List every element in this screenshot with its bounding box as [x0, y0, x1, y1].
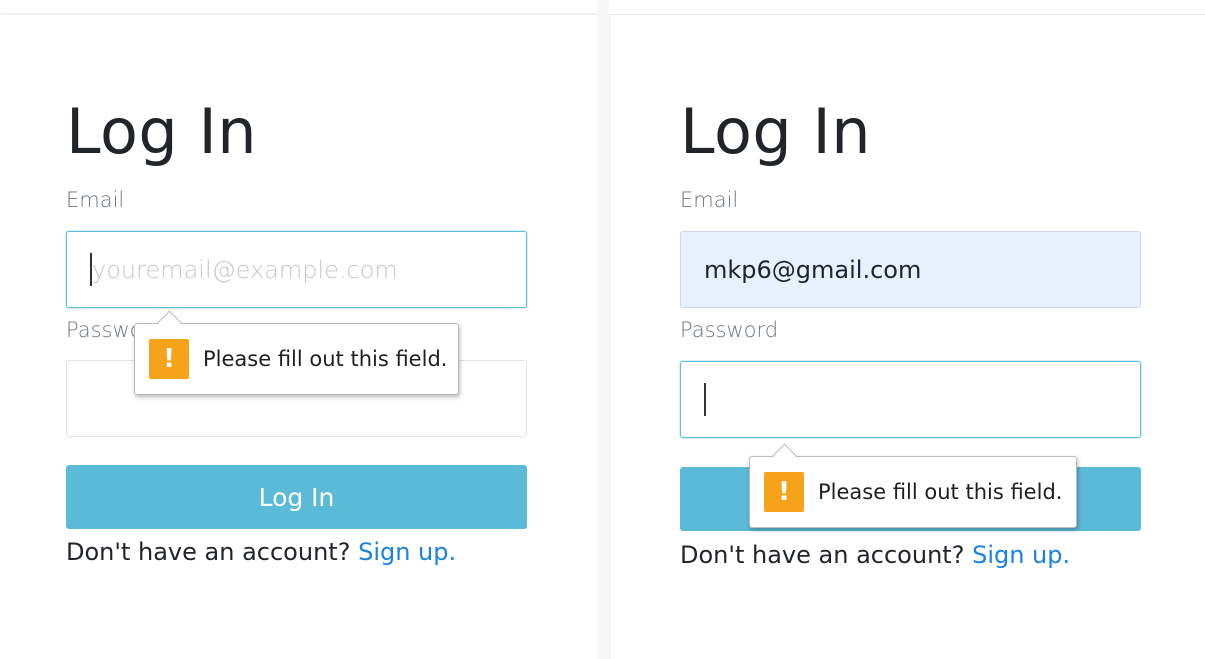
tooltip-arrow [157, 310, 182, 335]
password-label: Password [680, 318, 779, 342]
page-title: Log In [680, 95, 872, 168]
signup-prompt: Don't have an account? Sign up. [680, 541, 1070, 569]
login-panel-left: Log In Email youremail@example.com Passw… [0, 14, 597, 659]
validation-tooltip: ! Please fill out this field. [134, 310, 459, 395]
signup-prompt-text: Don't have an account? [66, 538, 351, 566]
login-panel-right: Log In Email mkp6@gmail.com Password Don… [609, 14, 1205, 659]
text-caret [704, 383, 706, 416]
signup-link[interactable]: Sign up. [358, 538, 456, 566]
screenshot-stage: Log In Email youremail@example.com Passw… [0, 0, 1205, 659]
validation-tooltip: ! Please fill out this field. [749, 443, 1077, 528]
warning-icon: ! [149, 339, 189, 379]
signup-link[interactable]: Sign up. [972, 541, 1070, 569]
signup-prompt: Don't have an account? Sign up. [66, 538, 456, 566]
tooltip-message: Please fill out this field. [203, 347, 448, 371]
password-input[interactable] [680, 361, 1141, 438]
email-label: Email [680, 188, 739, 212]
email-input[interactable]: mkp6@gmail.com [680, 231, 1141, 308]
email-placeholder: youremail@example.com [92, 255, 398, 284]
email-label: Email [66, 188, 125, 212]
tooltip-arrow [772, 443, 797, 468]
warning-icon: ! [764, 472, 804, 512]
email-input[interactable]: youremail@example.com [66, 231, 527, 308]
page-title: Log In [66, 95, 258, 168]
password-label: Passwo [66, 318, 143, 342]
signup-prompt-text: Don't have an account? [680, 541, 965, 569]
panel-divider [597, 0, 609, 659]
tooltip-message: Please fill out this field. [818, 480, 1063, 504]
login-button[interactable]: Log In [66, 465, 527, 529]
